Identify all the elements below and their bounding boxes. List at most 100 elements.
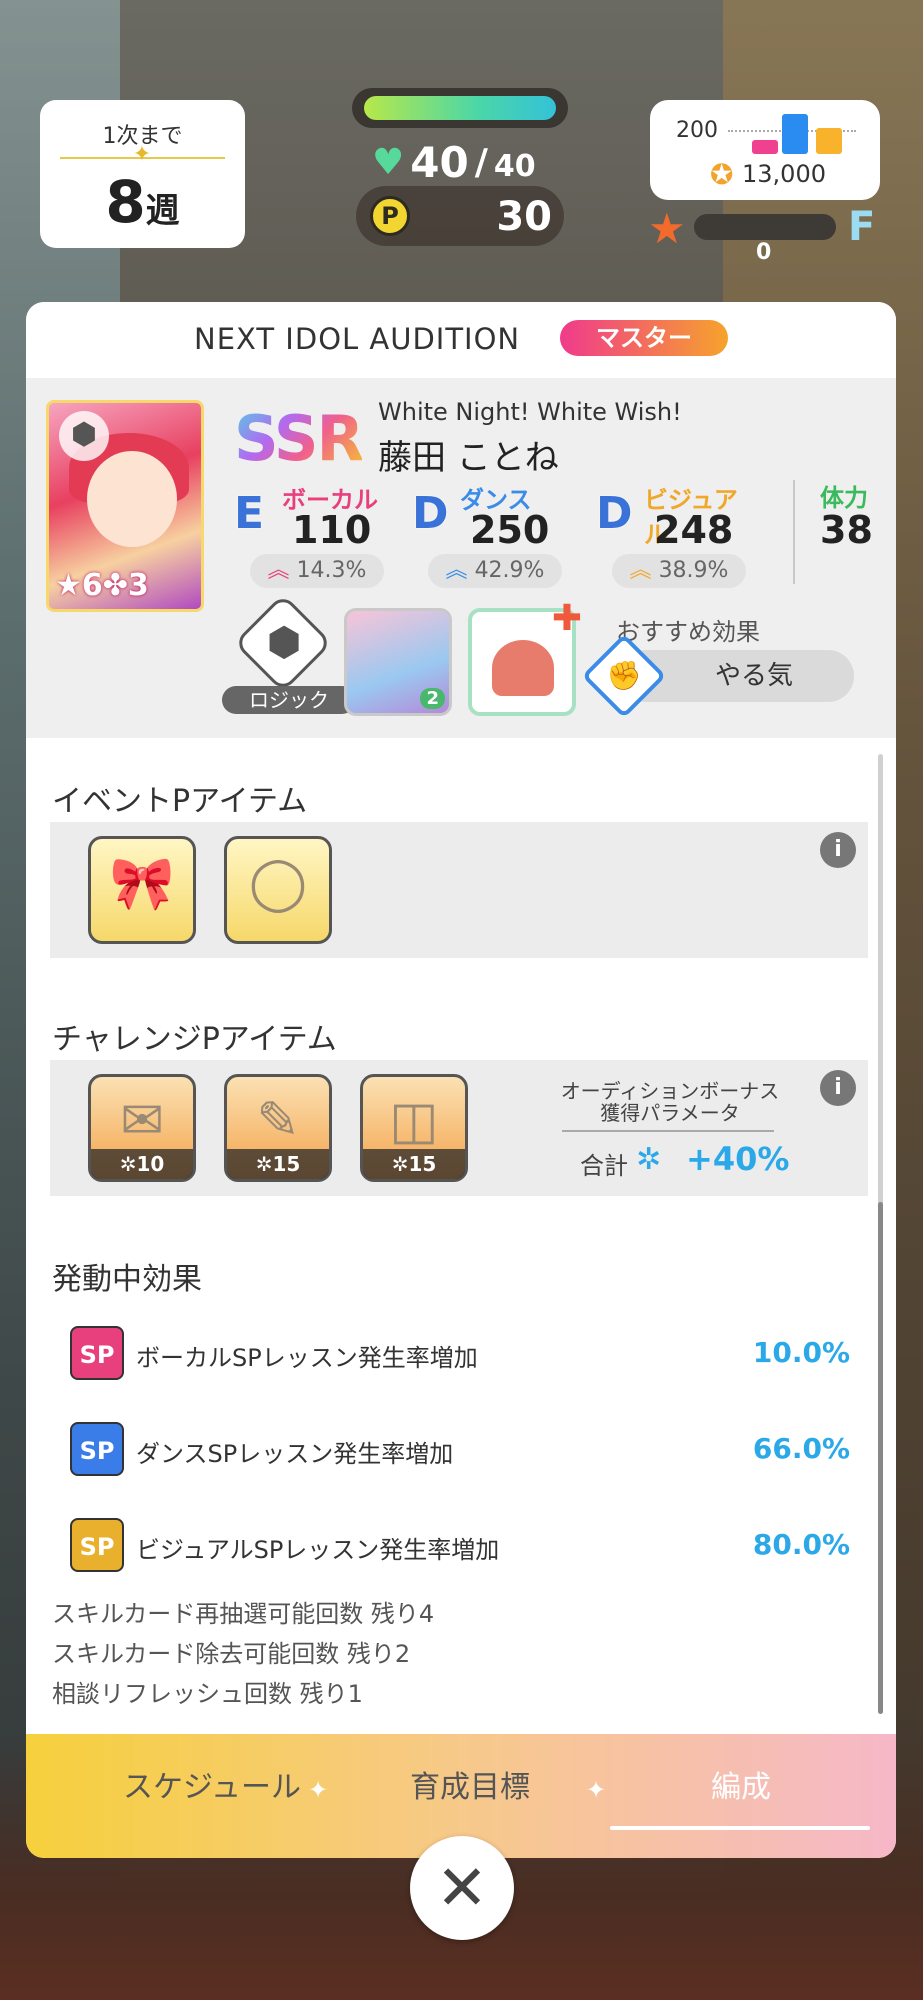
item-cost-value: 10 [136,1152,165,1176]
card-header: NEXT IDOL AUDITION マスター [26,302,896,378]
scrollbar-thumb[interactable] [878,1202,883,1714]
ring-icon: ◯ [248,853,308,913]
effect-value: 66.0% [752,1432,850,1465]
rank-star-icon: ★ [648,204,686,253]
fan-threshold: 200 [676,118,718,143]
p-drink-item[interactable]: ✚ [468,598,582,716]
difficulty-badge: マスター [560,320,728,356]
heart-icon: ♥ [372,141,405,183]
close-button[interactable]: ✕ [410,1836,514,1940]
scroll-content[interactable]: イベントPアイテム 🎀 ◯ i チャレンジPアイテム ✉ ✲10 ✎ ✲15 ◫ ✲1… [26,738,896,1738]
logic-plan-label: ロジック [222,686,356,714]
hp-max: 40 [493,148,536,184]
challenge-items-title: チャレンジPアイテム [52,1022,337,1057]
item-cost: ✲10 [91,1149,193,1179]
bonus-title-2: 獲得パラメータ [600,1101,740,1125]
logic-plan-icon[interactable]: ⬢ [233,593,333,693]
effect-name: ビジュアルSPレッスン発生率増加 [136,1536,500,1564]
ribbon-item[interactable]: 🎀 [88,836,196,944]
vocal-value: 110 [292,508,372,552]
idol-talent-count: 3 [127,568,149,603]
dance-bonus-value: 42.9% [474,558,545,583]
sp-visual-icon: SP [70,1518,124,1572]
week-number: 8週 [40,168,245,236]
stamina-value: 38 [820,508,873,552]
p-points: P 30 [356,186,564,246]
bonus-title-1: オーディションボーナス [560,1079,780,1103]
tab-schedule[interactable]: スケジュール [82,1758,342,1818]
choker-item[interactable]: ◯ [224,836,332,944]
vocal-bar [752,140,778,154]
bag-icon: ◫ [389,1091,439,1151]
dance-bar [782,114,808,154]
visual-bonus-value: 38.9% [658,558,729,583]
item-cost-value: 15 [408,1152,437,1176]
chevron-up-icon: ︽ [629,558,652,583]
stat-vocal: E ボーカル 110 ︽ 14.3% [234,480,394,590]
week-counter: 1次まで ✦ 8週 [40,100,245,248]
bonus-total-value: +40% [686,1140,790,1178]
week-unit: 週 [145,191,180,231]
ribbon-icon: 🎀 [109,854,175,914]
bonus-total-label: 合計 [580,1152,628,1180]
letter-icon: ✎ [256,1091,300,1151]
hp-slash: / [474,141,488,183]
stat-divider [793,480,795,584]
idol-card-image[interactable]: ⬢ ★6✤3 [46,400,204,612]
effect-name: ダンスSPレッスン発生率増加 [136,1440,454,1468]
tab-active-indicator [610,1826,870,1830]
logic-mini-icon: ⬢ [59,411,109,461]
tab-formation[interactable]: 編成 [626,1758,856,1818]
event-items-title: イベントPアイテム [52,784,308,819]
chevron-up-icon: ︽ [445,558,468,583]
dance-value: 250 [470,508,550,552]
idol-face [87,451,177,547]
item-cost: ✲15 [363,1149,465,1179]
fan-panel[interactable]: 200 ✪ 13,000 [650,100,880,200]
info-icon[interactable]: i [820,832,856,868]
p-coin-icon: P [370,196,410,236]
audition-title: NEXT IDOL AUDITION [194,322,521,356]
effect-name: ボーカルSPレッスン発生率増加 [136,1344,478,1372]
audition-bonus-icon: ✲ [636,1142,662,1177]
challenge-item-3[interactable]: ◫ ✲15 [360,1074,468,1182]
effect-value: 10.0% [752,1336,850,1369]
visual-value: 248 [654,508,734,552]
rarity-label: SSR [234,402,364,475]
stat-dance: D ダンス 250 ︽ 42.9% [412,480,572,590]
effect-vocal: SP ボーカルSPレッスン発生率増加 10.0% [70,1326,850,1382]
rank-progress-bar [694,214,836,240]
vocal-bonus: ︽ 14.3% [250,554,384,588]
dance-bonus: ︽ 42.9% [428,554,562,588]
chevron-up-icon: ︽ [267,558,290,583]
idol-star-level: ★6✤3 [55,568,149,603]
sparkle-icon: ✦ [308,1776,329,1804]
recommend-label: おすすめ効果 [616,618,760,646]
memory-card[interactable]: 2 [344,608,452,716]
knit-hat-icon [492,640,554,696]
sparkle-icon: ✦ [132,142,152,167]
idol-star-count: 6 [81,568,103,603]
visual-bonus: ︽ 38.9% [612,554,746,588]
event-items-row: 🎀 ◯ i [50,822,868,958]
active-effects-title: 発動中効果 [52,1262,202,1297]
challenge-item-1[interactable]: ✉ ✲10 [88,1074,196,1182]
remain-refresh: 相談リフレッシュ回数 残り1 [52,1680,363,1708]
challenge-item-2[interactable]: ✎ ✲15 [224,1074,332,1182]
hp-bar [352,88,568,128]
visual-rank: D [596,488,633,539]
hp-bar-fill [364,96,556,120]
sp-vocal-icon: SP [70,1326,124,1380]
tab-goal[interactable]: 育成目標 [370,1758,570,1818]
item-cost: ✲15 [227,1149,329,1179]
effect-value: 80.0% [752,1528,850,1561]
info-icon[interactable]: i [820,1070,856,1106]
idol-card-title: White Night! White Wish! [378,398,682,426]
star-icon: ✪ [710,158,734,191]
idol-panel: ⬢ ★6✤3 SSR White Night! White Wish! 藤田 こ… [26,378,896,738]
challenge-items-row: ✉ ✲10 ✎ ✲15 ◫ ✲15 オーディションボーナス 獲得パラメータ 合計 ✲ … [50,1060,868,1196]
sp-dance-icon: SP [70,1422,124,1476]
item-cost-value: 15 [272,1152,301,1176]
ticket-icon: ✉ [120,1091,164,1151]
p-points-value: 30 [496,194,552,240]
